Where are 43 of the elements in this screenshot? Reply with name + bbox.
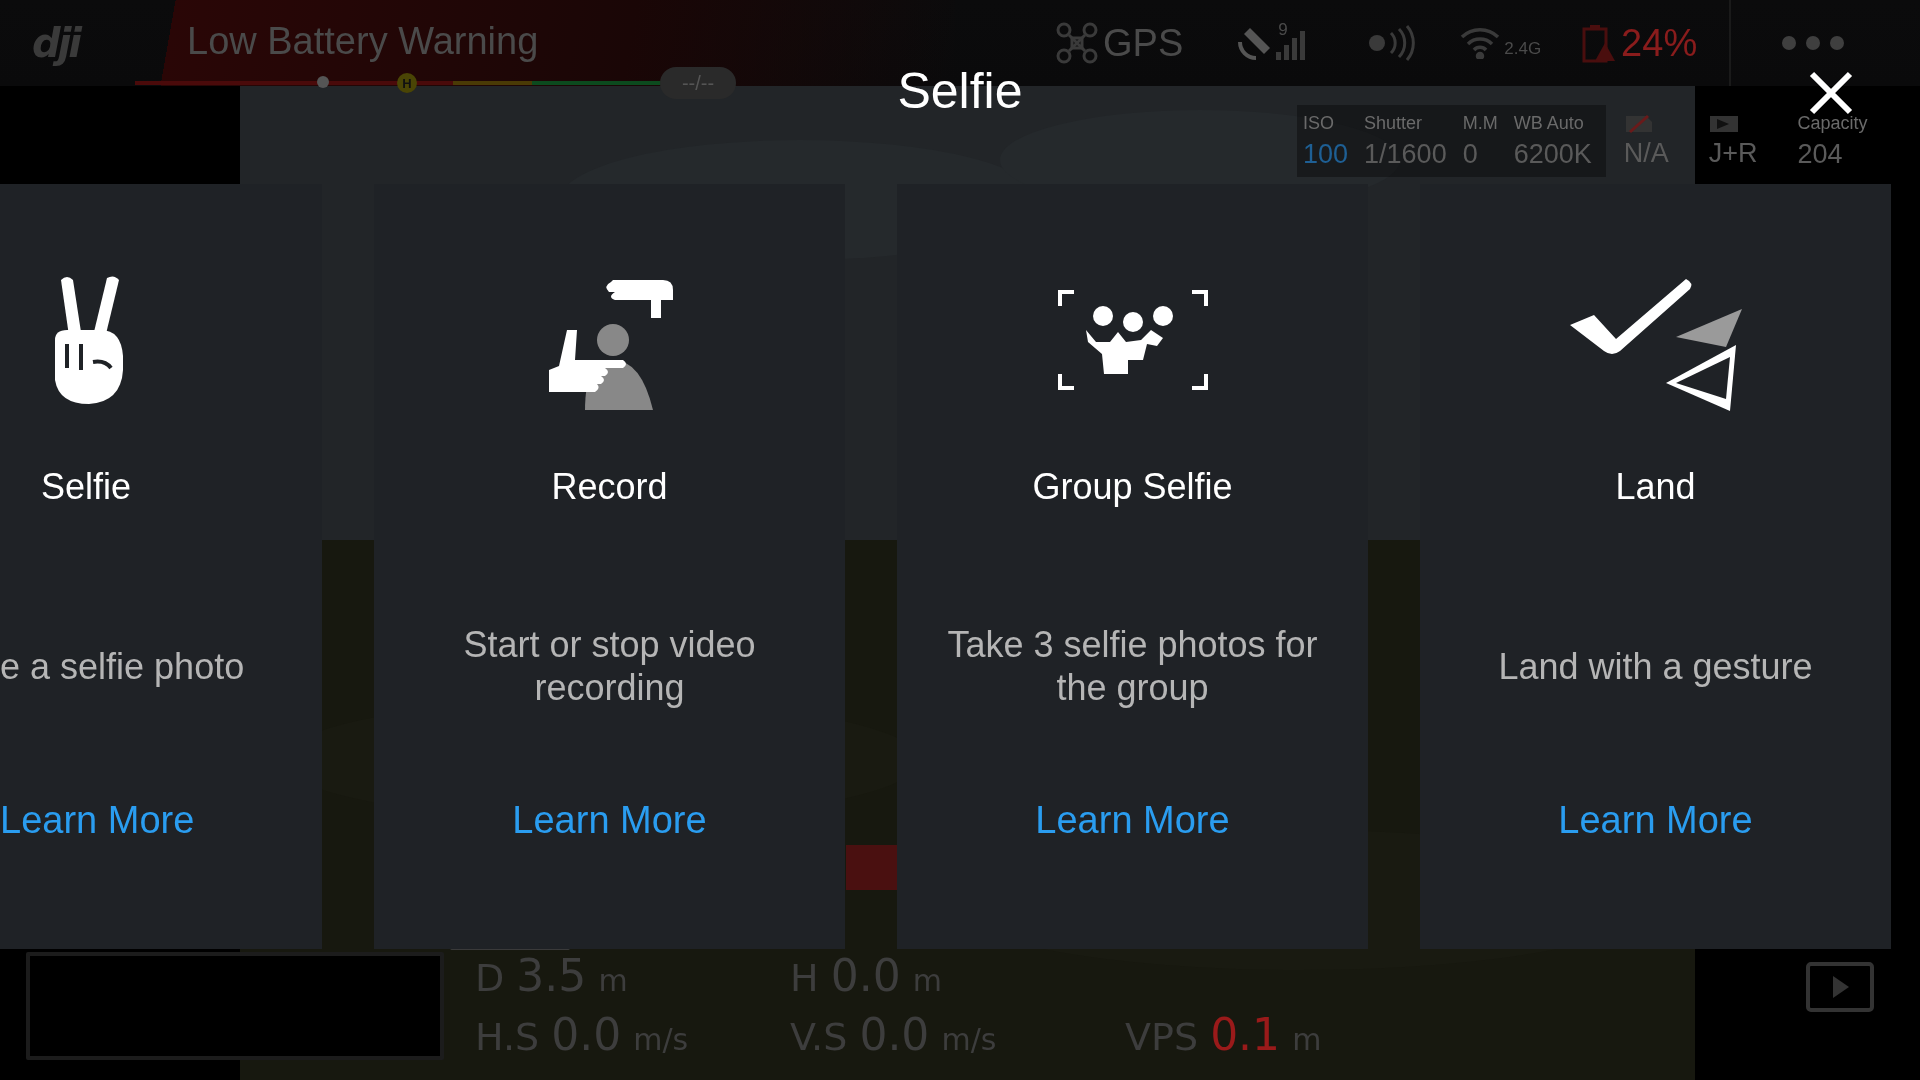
card-title: Selfie: [39, 465, 133, 509]
card-description: Start or stop video recording: [462, 623, 757, 709]
setting-value: 100: [1303, 138, 1349, 170]
learn-more-link[interactable]: Learn More: [0, 797, 195, 843]
distance-badge: --/--: [660, 67, 736, 99]
learn-more-link[interactable]: Learn More: [1035, 797, 1230, 843]
band-label: 2.4G: [1504, 39, 1542, 59]
card-title: Land: [1615, 465, 1696, 509]
card-description: Land with a gesture: [1497, 644, 1814, 688]
card-description: e a selfie photo: [0, 644, 245, 688]
more-icon[interactable]: [1781, 35, 1846, 51]
learn-more-link[interactable]: Learn More: [1558, 797, 1753, 843]
setting-label: WB Auto: [1513, 112, 1585, 135]
camera-settings-panel[interactable]: ISO 100 Shutter 1/1600 M.M 0 WB Auto 6200K: [1297, 105, 1606, 177]
learn-more-link[interactable]: Learn More: [512, 797, 707, 843]
storage-value: J+R: [1708, 137, 1758, 169]
storage-value: 204: [1797, 138, 1844, 170]
satellite-icon: [1238, 26, 1273, 60]
dialog-title: Selfie: [897, 63, 1023, 119]
battery-marker: [317, 76, 329, 88]
setting-label: Shutter: [1364, 112, 1424, 135]
playback-icon[interactable]: [1806, 962, 1874, 1012]
storage-value: N/A: [1623, 137, 1669, 169]
storage-label: Capacity: [1797, 112, 1868, 135]
setting-value: 0: [1462, 138, 1479, 170]
group-frame-icon: [1057, 290, 1208, 390]
mini-map[interactable]: [26, 952, 444, 1060]
drone-icon: [1055, 21, 1099, 65]
card-description: Take 3 selfie photos for the group: [946, 623, 1319, 709]
setting-label: ISO: [1303, 112, 1335, 135]
gps-label: GPS: [1103, 21, 1184, 65]
battery-percent: 24%: [1621, 21, 1698, 65]
warning-text: Low Battery Warning: [187, 20, 539, 63]
setting-value: 6200K: [1513, 138, 1592, 170]
card-title: Group Selfie: [1032, 465, 1233, 509]
wifi-icon: [1460, 27, 1501, 59]
setting-value: 1/1600: [1364, 138, 1447, 170]
home-marker: H: [397, 73, 417, 93]
setting-label: M.M: [1462, 112, 1498, 135]
satellite-count: 9: [1278, 20, 1288, 40]
battery-icon: [1581, 23, 1618, 63]
remote-signal-icon: [1367, 25, 1416, 61]
card-title: Record: [551, 465, 668, 509]
